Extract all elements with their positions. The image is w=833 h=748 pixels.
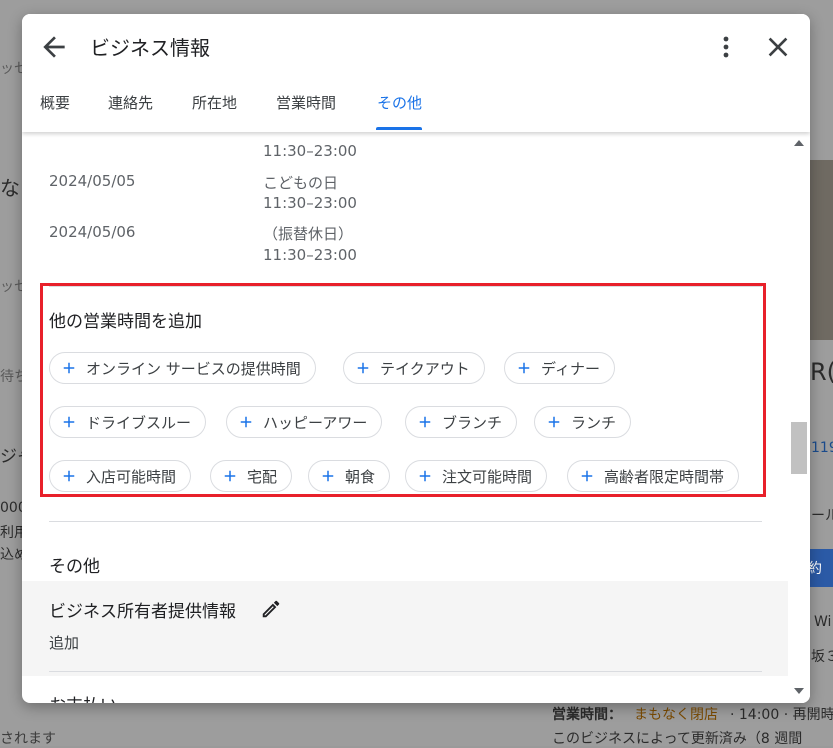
close-icon [768,37,788,57]
arrow-back-icon [43,36,65,58]
edit-button[interactable] [260,598,282,620]
more-vert-icon [723,36,729,58]
plus-icon [63,416,75,428]
plus-icon [357,362,369,374]
plus-icon [518,362,530,374]
chip-label: テイクアウト [380,359,470,378]
chip-takeout[interactable]: テイクアウト [343,352,485,384]
chip-label: ドライブスルー [86,413,192,432]
bg-text: 坂３ [811,649,833,665]
bg-text: されます [0,731,56,747]
plus-icon [419,470,431,482]
chip-label: 入店可能時間 [86,467,177,486]
dialog-header: ビジネス情報 概要 連絡先 所在地 営業時間 その他 [22,14,810,132]
bg-text: R( [810,358,833,386]
bg-text: 119 [811,440,833,456]
tab-location[interactable]: 所在地 [192,92,237,113]
dialog-content: 11:30–23:00 2024/05/05 こどもの日 11:30–23:00… [22,132,788,703]
tab-overview[interactable]: 概要 [40,92,70,113]
chip-label: オンライン サービスの提供時間 [86,359,301,378]
plus-icon [322,470,334,482]
special-hours-name: （振替休日） [263,225,354,243]
background-photo [806,160,833,340]
chip-label: 宅配 [247,467,278,486]
special-hours-time: 11:30–23:00 [263,142,357,160]
business-info-dialog: ビジネス情報 概要 連絡先 所在地 営業時間 その他 11:30–23:00 2… [22,14,810,703]
owner-info-panel [22,581,788,676]
add-hours-title: 他の営業時間を追加 [49,312,202,332]
dialog-title: ビジネス情報 [90,36,210,60]
tab-contact[interactable]: 連絡先 [108,92,153,113]
divider [49,521,762,522]
chip-label: 注文可能時間 [442,467,533,486]
close-button[interactable] [762,31,794,63]
chip-breakfast[interactable]: 朝食 [308,460,391,492]
chip-lunch[interactable]: ランチ [534,406,632,438]
scroll-up-arrow[interactable] [794,140,804,146]
special-hours-time: 11:30–23:00 [263,246,357,264]
bg-hours-next: · 14:00 · 再開時 [730,707,833,723]
payment-section-title: お支払い [49,691,117,703]
bg-hours-label: 営業時間： [552,707,622,723]
plus-icon [63,470,75,482]
chip-label: ランチ [571,413,617,432]
tab-other[interactable]: その他 [377,92,422,113]
chip-dinner[interactable]: ディナー [504,352,615,384]
tab-hours[interactable]: 営業時間 [276,92,336,113]
chip-senior-hours[interactable]: 高齢者限定時間帯 [567,460,740,492]
special-hours-date: 2024/05/05 [49,172,136,190]
special-hours-time: 11:30–23:00 [263,194,357,212]
plus-icon [548,416,560,428]
bg-text: このビジネスによって更新済み（8 週間 [552,731,803,747]
plus-icon [240,416,252,428]
plus-icon [581,470,593,482]
scrollbar[interactable] [788,132,810,703]
chip-label: ハッピーアワー [263,413,368,432]
chip-label: 高齢者限定時間帯 [604,467,725,486]
special-hours-name: こどもの日 [263,174,339,192]
chip-drive-through[interactable]: ドライブスルー [49,406,207,438]
chip-brunch[interactable]: ブランチ [405,406,518,438]
other-section-title: その他 [49,557,100,577]
chip-label: 朝食 [345,467,376,486]
chip-order-hours[interactable]: 注文可能時間 [405,460,548,492]
chip-label: ブランチ [442,413,503,432]
more-options-button[interactable] [710,31,742,63]
chip-online-service-hours[interactable]: オンライン サービスの提供時間 [49,352,316,384]
bg-text: ール [811,508,833,524]
bg-text: Wi [814,614,832,630]
owner-info-title: ビジネス所有者提供情報 [49,602,236,622]
active-tab-indicator [376,127,422,130]
special-hours-date: 2024/05/06 [49,223,136,241]
plus-icon [419,416,431,428]
back-button[interactable] [38,31,70,63]
chip-entry-hours[interactable]: 入店可能時間 [49,460,192,492]
chip-happy-hour[interactable]: ハッピーアワー [226,406,383,438]
divider [49,671,762,672]
bg-hours-status: まもなく閉店 [634,707,718,723]
pencil-icon [262,600,280,618]
plus-icon [63,362,75,374]
chip-delivery[interactable]: 宅配 [210,460,293,492]
scroll-down-arrow[interactable] [794,688,804,694]
scrollbar-thumb[interactable] [791,422,807,474]
chip-label: ディナー [541,359,600,378]
add-owner-info-link[interactable]: 追加 [49,632,79,653]
bg-text: 約 [808,561,822,577]
plus-icon [224,470,236,482]
